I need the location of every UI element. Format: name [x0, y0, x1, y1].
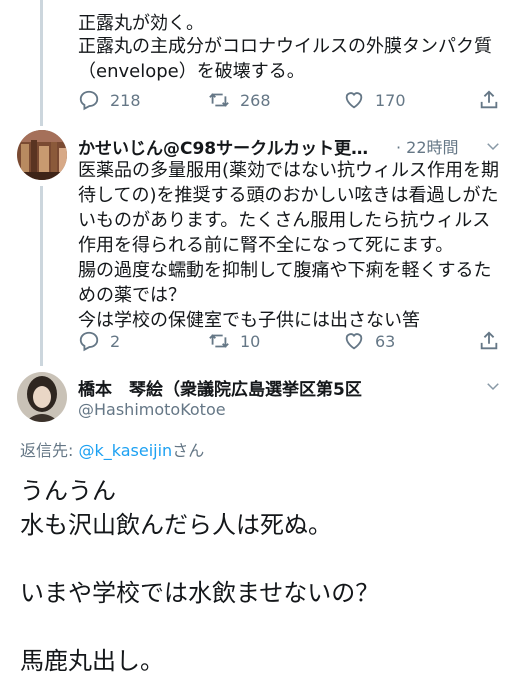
replying-to-prefix: 返信先: — [20, 441, 79, 460]
tweet-actions: 2 10 63 — [78, 326, 500, 356]
like-button[interactable]: 63 — [343, 330, 473, 352]
replying-to: 返信先: @k_kaseijinさん — [20, 437, 204, 461]
tweet-text: 医薬品の多量服用(薬効ではない抗ウィルス作用を期待しての)を推奨する頭のおかしい… — [78, 160, 500, 331]
share-icon — [480, 90, 498, 109]
tweet-text-line: 正露丸が効く。 — [78, 13, 204, 34]
tweet-menu-button[interactable] — [484, 377, 502, 395]
chevron-down-icon — [487, 143, 499, 151]
reply-button[interactable]: 218 — [78, 89, 208, 111]
user-handle[interactable]: @HashimotoKotoe — [78, 400, 226, 419]
avatar[interactable] — [17, 130, 67, 180]
heart-icon — [345, 333, 363, 350]
display-name[interactable]: 橋本 琴絵（衆議院広島選挙区第5区 — [78, 375, 362, 400]
tweet-text: 正露丸が効く。 — [78, 0, 518, 36]
avatar[interactable] — [17, 372, 67, 422]
retweet-button[interactable]: 268 — [208, 89, 343, 111]
reply-button[interactable]: 2 — [78, 330, 208, 352]
retweet-count: 10 — [240, 331, 261, 351]
replying-to-link[interactable]: @k_kaseijin — [78, 441, 172, 460]
chevron-down-icon — [487, 383, 499, 391]
retweet-button[interactable]: 10 — [208, 330, 343, 352]
tweet-text: 正露丸の主成分がコロナウイルスの外膜タンパク質 （envelope）を破壊する。 — [78, 36, 492, 82]
like-count: 63 — [375, 331, 396, 351]
share-icon — [480, 331, 498, 350]
like-button[interactable]: 170 — [343, 89, 473, 111]
timestamp[interactable]: · 22時間 — [396, 134, 459, 158]
tweet-actions: 218 268 170 — [78, 85, 500, 115]
retweet-icon — [209, 93, 229, 107]
heart-icon — [345, 92, 363, 109]
avatar-image — [17, 372, 67, 422]
share-button[interactable] — [478, 330, 500, 352]
reply-icon — [79, 90, 99, 111]
reply-count: 2 — [110, 331, 121, 351]
avatar-image — [17, 130, 67, 180]
replying-to-suffix: さん — [172, 441, 205, 460]
tweet-text: うんうん 水も沢山飲んだら人は死ぬ。 いまや学校では水飲ませないの？ 馬鹿丸出し… — [20, 477, 380, 675]
thread-connector-line — [40, 0, 43, 126]
reply-count: 218 — [110, 90, 141, 110]
reply-icon — [79, 331, 99, 352]
display-name[interactable]: かせいじん@C98サークルカット更… — [78, 134, 368, 159]
share-button[interactable] — [478, 89, 500, 111]
retweet-count: 268 — [240, 90, 271, 110]
like-count: 170 — [375, 90, 406, 110]
retweet-icon — [209, 334, 229, 348]
thread-connector-line — [40, 186, 43, 366]
tweet-menu-button[interactable] — [484, 137, 502, 155]
